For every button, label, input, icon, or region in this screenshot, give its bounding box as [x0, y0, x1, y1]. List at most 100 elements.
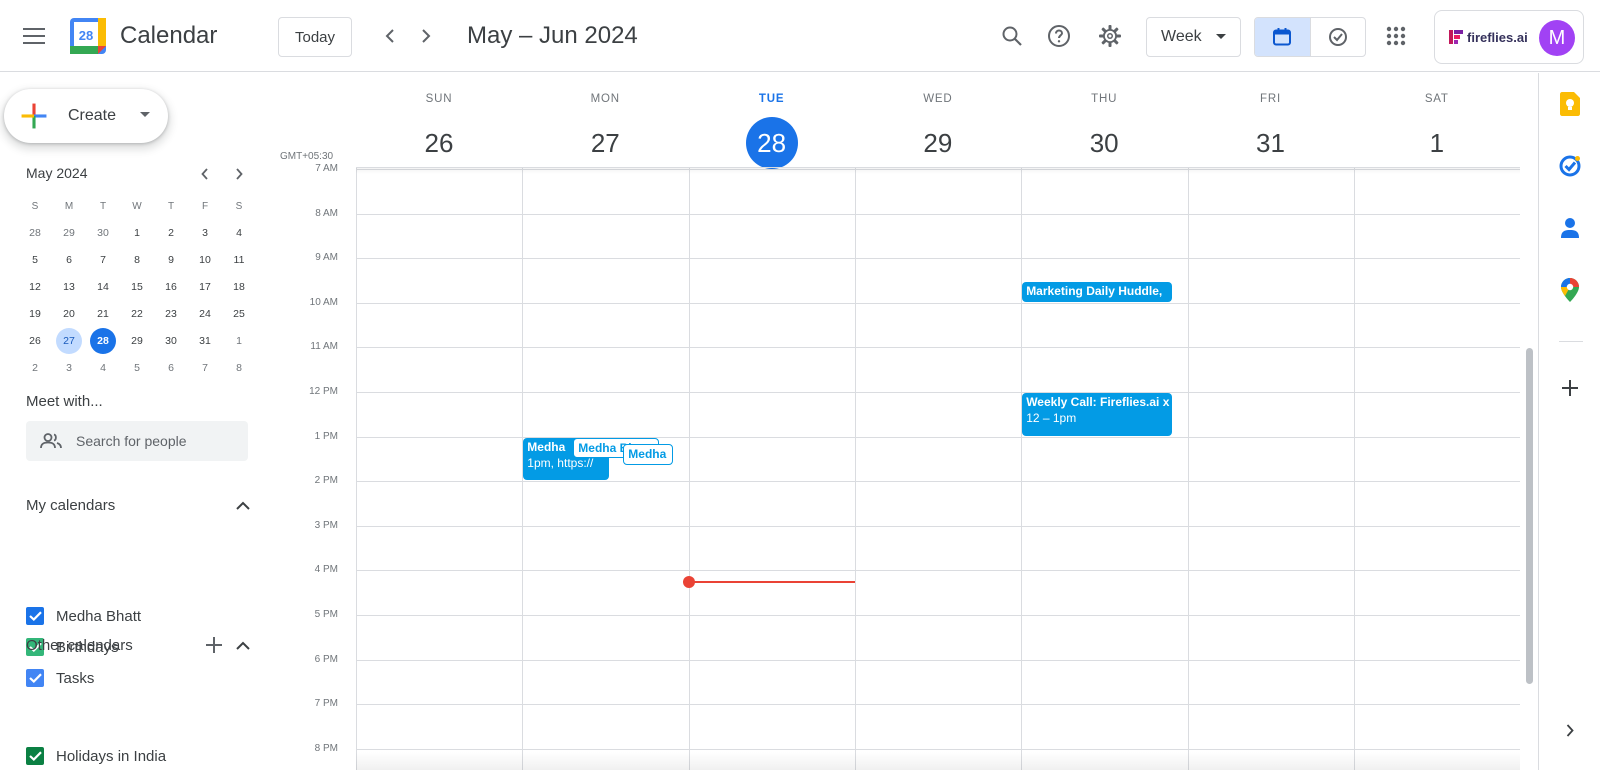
- mini-calendar-day[interactable]: 18: [222, 273, 256, 300]
- calendar-checkbox[interactable]: [26, 669, 44, 687]
- calendar-checkbox[interactable]: [26, 607, 44, 625]
- calendar-event[interactable]: Medha: [623, 444, 674, 465]
- mini-calendar-day[interactable]: 1: [120, 219, 154, 246]
- get-addons-button[interactable]: [1553, 371, 1587, 405]
- mini-calendar-day[interactable]: 7: [86, 246, 120, 273]
- mini-calendar-day-number: 26: [29, 334, 41, 347]
- mini-calendar-day[interactable]: 12: [18, 273, 52, 300]
- mini-calendar-prev-button[interactable]: [192, 161, 218, 187]
- account-switcher[interactable]: fireflies.ai M: [1434, 10, 1584, 64]
- mini-calendar-day[interactable]: 23: [154, 300, 188, 327]
- day-number-button[interactable]: 1: [1411, 117, 1463, 169]
- view-selector-dropdown[interactable]: Week: [1146, 17, 1241, 57]
- mini-calendar-day-number: 3: [202, 226, 208, 239]
- main-menu-button[interactable]: [14, 16, 54, 56]
- show-side-panel-button[interactable]: [1553, 713, 1587, 747]
- chevron-up-icon[interactable]: [236, 501, 250, 510]
- mini-calendar-day[interactable]: 28: [86, 327, 120, 354]
- calendar-checkbox[interactable]: [26, 747, 44, 765]
- tasks-view-toggle[interactable]: [1309, 18, 1366, 56]
- mini-calendar-day[interactable]: 14: [86, 273, 120, 300]
- mini-calendar-day-number: 11: [233, 253, 245, 266]
- mini-calendar-day[interactable]: 3: [188, 219, 222, 246]
- mini-calendar-day[interactable]: 7: [188, 354, 222, 381]
- mini-calendar-day[interactable]: 16: [154, 273, 188, 300]
- mini-calendar-day[interactable]: 29: [52, 219, 86, 246]
- mini-calendar-day[interactable]: 28: [18, 219, 52, 246]
- mini-calendar-day[interactable]: 26: [18, 327, 52, 354]
- mini-calendar-day[interactable]: 24: [188, 300, 222, 327]
- my-calendars-header[interactable]: My calendars: [26, 493, 250, 517]
- calendar-item[interactable]: Medha Bhatt: [26, 604, 141, 628]
- mini-calendar-day[interactable]: 21: [86, 300, 120, 327]
- mini-calendar-day[interactable]: 5: [120, 354, 154, 381]
- day-number-button[interactable]: 29: [912, 117, 964, 169]
- calendar-item[interactable]: Tasks: [26, 666, 94, 690]
- today-button[interactable]: Today: [278, 17, 352, 57]
- mini-calendar-next-button[interactable]: [226, 161, 252, 187]
- add-addon-icon: [1562, 380, 1578, 396]
- day-number-button[interactable]: 30: [1078, 117, 1130, 169]
- mini-calendar-day[interactable]: 15: [120, 273, 154, 300]
- mini-calendar-day[interactable]: 10: [188, 246, 222, 273]
- tasks-button[interactable]: [1553, 149, 1587, 183]
- day-number-button[interactable]: 27: [579, 117, 631, 169]
- mini-calendar-day[interactable]: 8: [222, 354, 256, 381]
- mini-calendar-day[interactable]: 27: [52, 327, 86, 354]
- add-calendar-plus-icon[interactable]: [206, 637, 222, 653]
- settings-button[interactable]: [1090, 16, 1130, 56]
- mini-calendar-day[interactable]: 30: [154, 327, 188, 354]
- mini-calendar-day[interactable]: 30: [86, 219, 120, 246]
- mini-calendar-day[interactable]: 4: [222, 219, 256, 246]
- search-people-box[interactable]: [26, 421, 248, 461]
- calendar-event[interactable]: Weekly Call: Fireflies.ai x 12 – 1pm: [1022, 393, 1173, 436]
- calendar-item[interactable]: Holidays in India: [26, 744, 166, 768]
- mini-calendar-day[interactable]: 22: [120, 300, 154, 327]
- mini-calendar-day[interactable]: 19: [18, 300, 52, 327]
- mini-calendar-day[interactable]: 8: [120, 246, 154, 273]
- mini-calendar-day[interactable]: 17: [188, 273, 222, 300]
- google-apps-button[interactable]: [1376, 16, 1416, 56]
- chevron-up-icon[interactable]: [236, 641, 250, 650]
- mini-calendar-day[interactable]: 29: [120, 327, 154, 354]
- mini-calendar-day[interactable]: 3: [52, 354, 86, 381]
- hour-label: 7 AM: [315, 163, 338, 174]
- create-button[interactable]: Create: [4, 89, 168, 143]
- contacts-button[interactable]: [1553, 211, 1587, 245]
- mini-calendar-day-number: 21: [97, 307, 109, 320]
- week-time-grid[interactable]: Marketing Daily Huddle, Weekly Call: Fire…: [356, 168, 1520, 770]
- mini-calendar-day[interactable]: 4: [86, 354, 120, 381]
- mini-calendar-day[interactable]: 6: [154, 354, 188, 381]
- maps-button[interactable]: [1553, 273, 1587, 307]
- mini-calendar-day[interactable]: 9: [154, 246, 188, 273]
- calendar-logo-icon[interactable]: 28: [70, 18, 106, 54]
- user-avatar[interactable]: M: [1539, 20, 1575, 56]
- mini-calendar-day-number: 7: [202, 361, 208, 374]
- mini-calendar-day[interactable]: 6: [52, 246, 86, 273]
- grid-scrollbar[interactable]: [1526, 348, 1533, 684]
- other-calendars-header[interactable]: Other calendars: [26, 633, 250, 657]
- next-week-button[interactable]: [408, 18, 444, 54]
- mini-calendar-day[interactable]: 20: [52, 300, 86, 327]
- day-number-button[interactable]: 26: [413, 117, 465, 169]
- mini-calendar-day[interactable]: 5: [18, 246, 52, 273]
- day-number-button[interactable]: 28: [745, 117, 798, 169]
- mini-calendar-day[interactable]: 2: [154, 219, 188, 246]
- help-button[interactable]: [1039, 16, 1079, 56]
- previous-week-button[interactable]: [372, 18, 408, 54]
- mini-calendar-day[interactable]: 11: [222, 246, 256, 273]
- mini-calendar-day[interactable]: 1: [222, 327, 256, 354]
- calendar-event[interactable]: Marketing Daily Huddle,: [1022, 281, 1173, 302]
- checkmark-icon: [28, 611, 42, 621]
- caret-down-icon[interactable]: [140, 112, 150, 118]
- mini-calendar-day[interactable]: 2: [18, 354, 52, 381]
- keep-button[interactable]: [1553, 87, 1587, 121]
- day-number-button[interactable]: 31: [1245, 117, 1297, 169]
- fireflies-logo-icon: [1449, 30, 1463, 44]
- mini-calendar-day[interactable]: 13: [52, 273, 86, 300]
- mini-calendar-day[interactable]: 25: [222, 300, 256, 327]
- search-button[interactable]: [992, 16, 1032, 56]
- mini-calendar-day[interactable]: 31: [188, 327, 222, 354]
- calendar-view-toggle[interactable]: [1255, 18, 1310, 56]
- search-people-input[interactable]: [76, 433, 236, 449]
